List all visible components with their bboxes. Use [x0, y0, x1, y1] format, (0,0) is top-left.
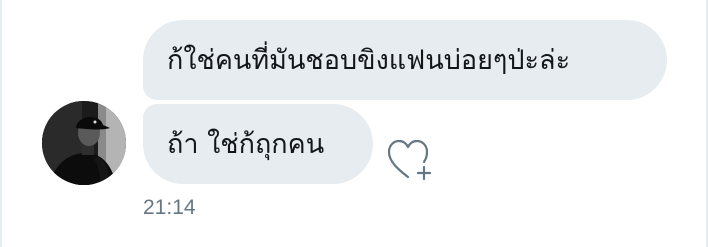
avatar-photo: [42, 101, 126, 185]
message-text: ก้ใช่คนที่มันชอบขิงแฟนบ่อยๆป่ะล่ะ: [167, 44, 571, 76]
message-timestamp: 21:14: [143, 196, 196, 219]
message-bubble-received[interactable]: ก้ใช่คนที่มันชอบขิงแฟนบ่อยๆป่ะล่ะ: [143, 20, 667, 100]
heart-plus-icon: [387, 139, 432, 181]
like-button[interactable]: [386, 138, 434, 182]
conversation-border-left: [0, 0, 2, 247]
message-bubble-received[interactable]: ถ้า ใช่ก้ถุกคน: [143, 104, 373, 184]
avatar[interactable]: [42, 101, 126, 185]
message-text: ถ้า ใช่ก้ถุกคน: [167, 128, 325, 160]
